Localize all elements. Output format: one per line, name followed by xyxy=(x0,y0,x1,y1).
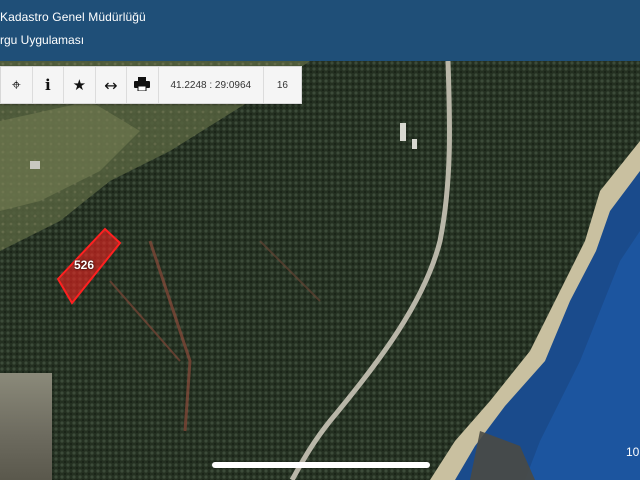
info-button[interactable]: i xyxy=(33,67,65,103)
zoom-level: 16 xyxy=(276,79,288,91)
home-indicator[interactable] xyxy=(212,462,430,468)
measure-button[interactable]: ↔ xyxy=(96,67,128,103)
printer-icon xyxy=(134,76,151,95)
measure-icon: ↔ xyxy=(104,75,118,95)
star-icon: ★ xyxy=(72,76,87,94)
info-icon: i xyxy=(44,76,51,94)
app-title: rgu Uygulaması xyxy=(0,33,85,47)
parcel-number-label[interactable]: 526 xyxy=(74,258,94,272)
satellite-map[interactable] xyxy=(0,61,640,480)
locate-button[interactable]: ⌖ xyxy=(1,67,33,103)
corner-label: 10 xyxy=(626,445,640,459)
map-toolbar: ⌖ i ★ ↔ 41.2248 : 29:0964 16 xyxy=(0,66,302,104)
favorite-button[interactable]: ★ xyxy=(64,67,96,103)
crosshair-icon: ⌖ xyxy=(11,75,21,94)
blurred-region xyxy=(0,373,52,480)
coordinate-readout: 41.2248 : 29:0964 xyxy=(159,67,264,103)
print-button[interactable] xyxy=(127,67,159,103)
agency-title: Kadastro Genel Müdürlüğü xyxy=(0,10,146,24)
satellite-imagery xyxy=(0,61,640,480)
app-header: Kadastro Genel Müdürlüğü rgu Uygulaması xyxy=(0,0,640,61)
